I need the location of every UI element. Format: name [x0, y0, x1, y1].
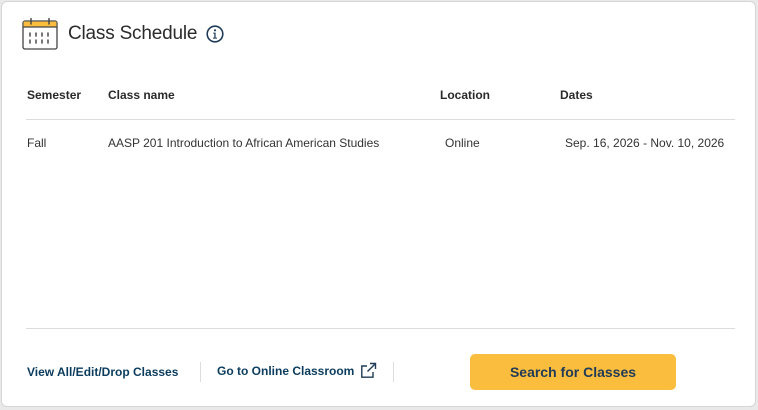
- column-header-semester: Semester: [27, 88, 82, 102]
- card-footer: View All/Edit/Drop Classes Go to Online …: [26, 354, 735, 390]
- card-header: Class Schedule: [22, 18, 224, 50]
- column-header-location: Location: [440, 88, 490, 102]
- table-row: Fall AASP 201 Introduction to African Am…: [26, 120, 735, 162]
- page-title: Class Schedule: [68, 23, 198, 44]
- calendar-icon: [22, 18, 58, 50]
- cell-semester: Fall: [27, 136, 47, 150]
- column-header-class-name: Class name: [108, 88, 175, 102]
- cell-dates: Sep. 16, 2026 - Nov. 10, 2026: [565, 136, 725, 150]
- external-link-icon: [361, 362, 377, 378]
- table-header-row: Semester Class name Location Dates: [26, 86, 735, 120]
- class-schedule-card: Class Schedule Semester Class name Locat…: [1, 1, 756, 407]
- column-header-dates: Dates: [560, 88, 593, 102]
- view-all-edit-drop-link[interactable]: View All/Edit/Drop Classes: [27, 365, 178, 379]
- footer-separator: [393, 362, 394, 382]
- cell-location: Online: [445, 136, 480, 150]
- search-for-classes-button[interactable]: Search for Classes: [470, 354, 676, 390]
- online-classroom-link[interactable]: Go to Online Classroom: [217, 362, 377, 379]
- footer-separator: [200, 362, 201, 382]
- online-classroom-label: Go to Online Classroom: [217, 363, 355, 378]
- cell-class-name: AASP 201 Introduction to African America…: [108, 136, 380, 150]
- info-icon[interactable]: [206, 25, 224, 43]
- footer-divider: [26, 328, 735, 329]
- class-schedule-table: Semester Class name Location Dates Fall …: [26, 86, 735, 162]
